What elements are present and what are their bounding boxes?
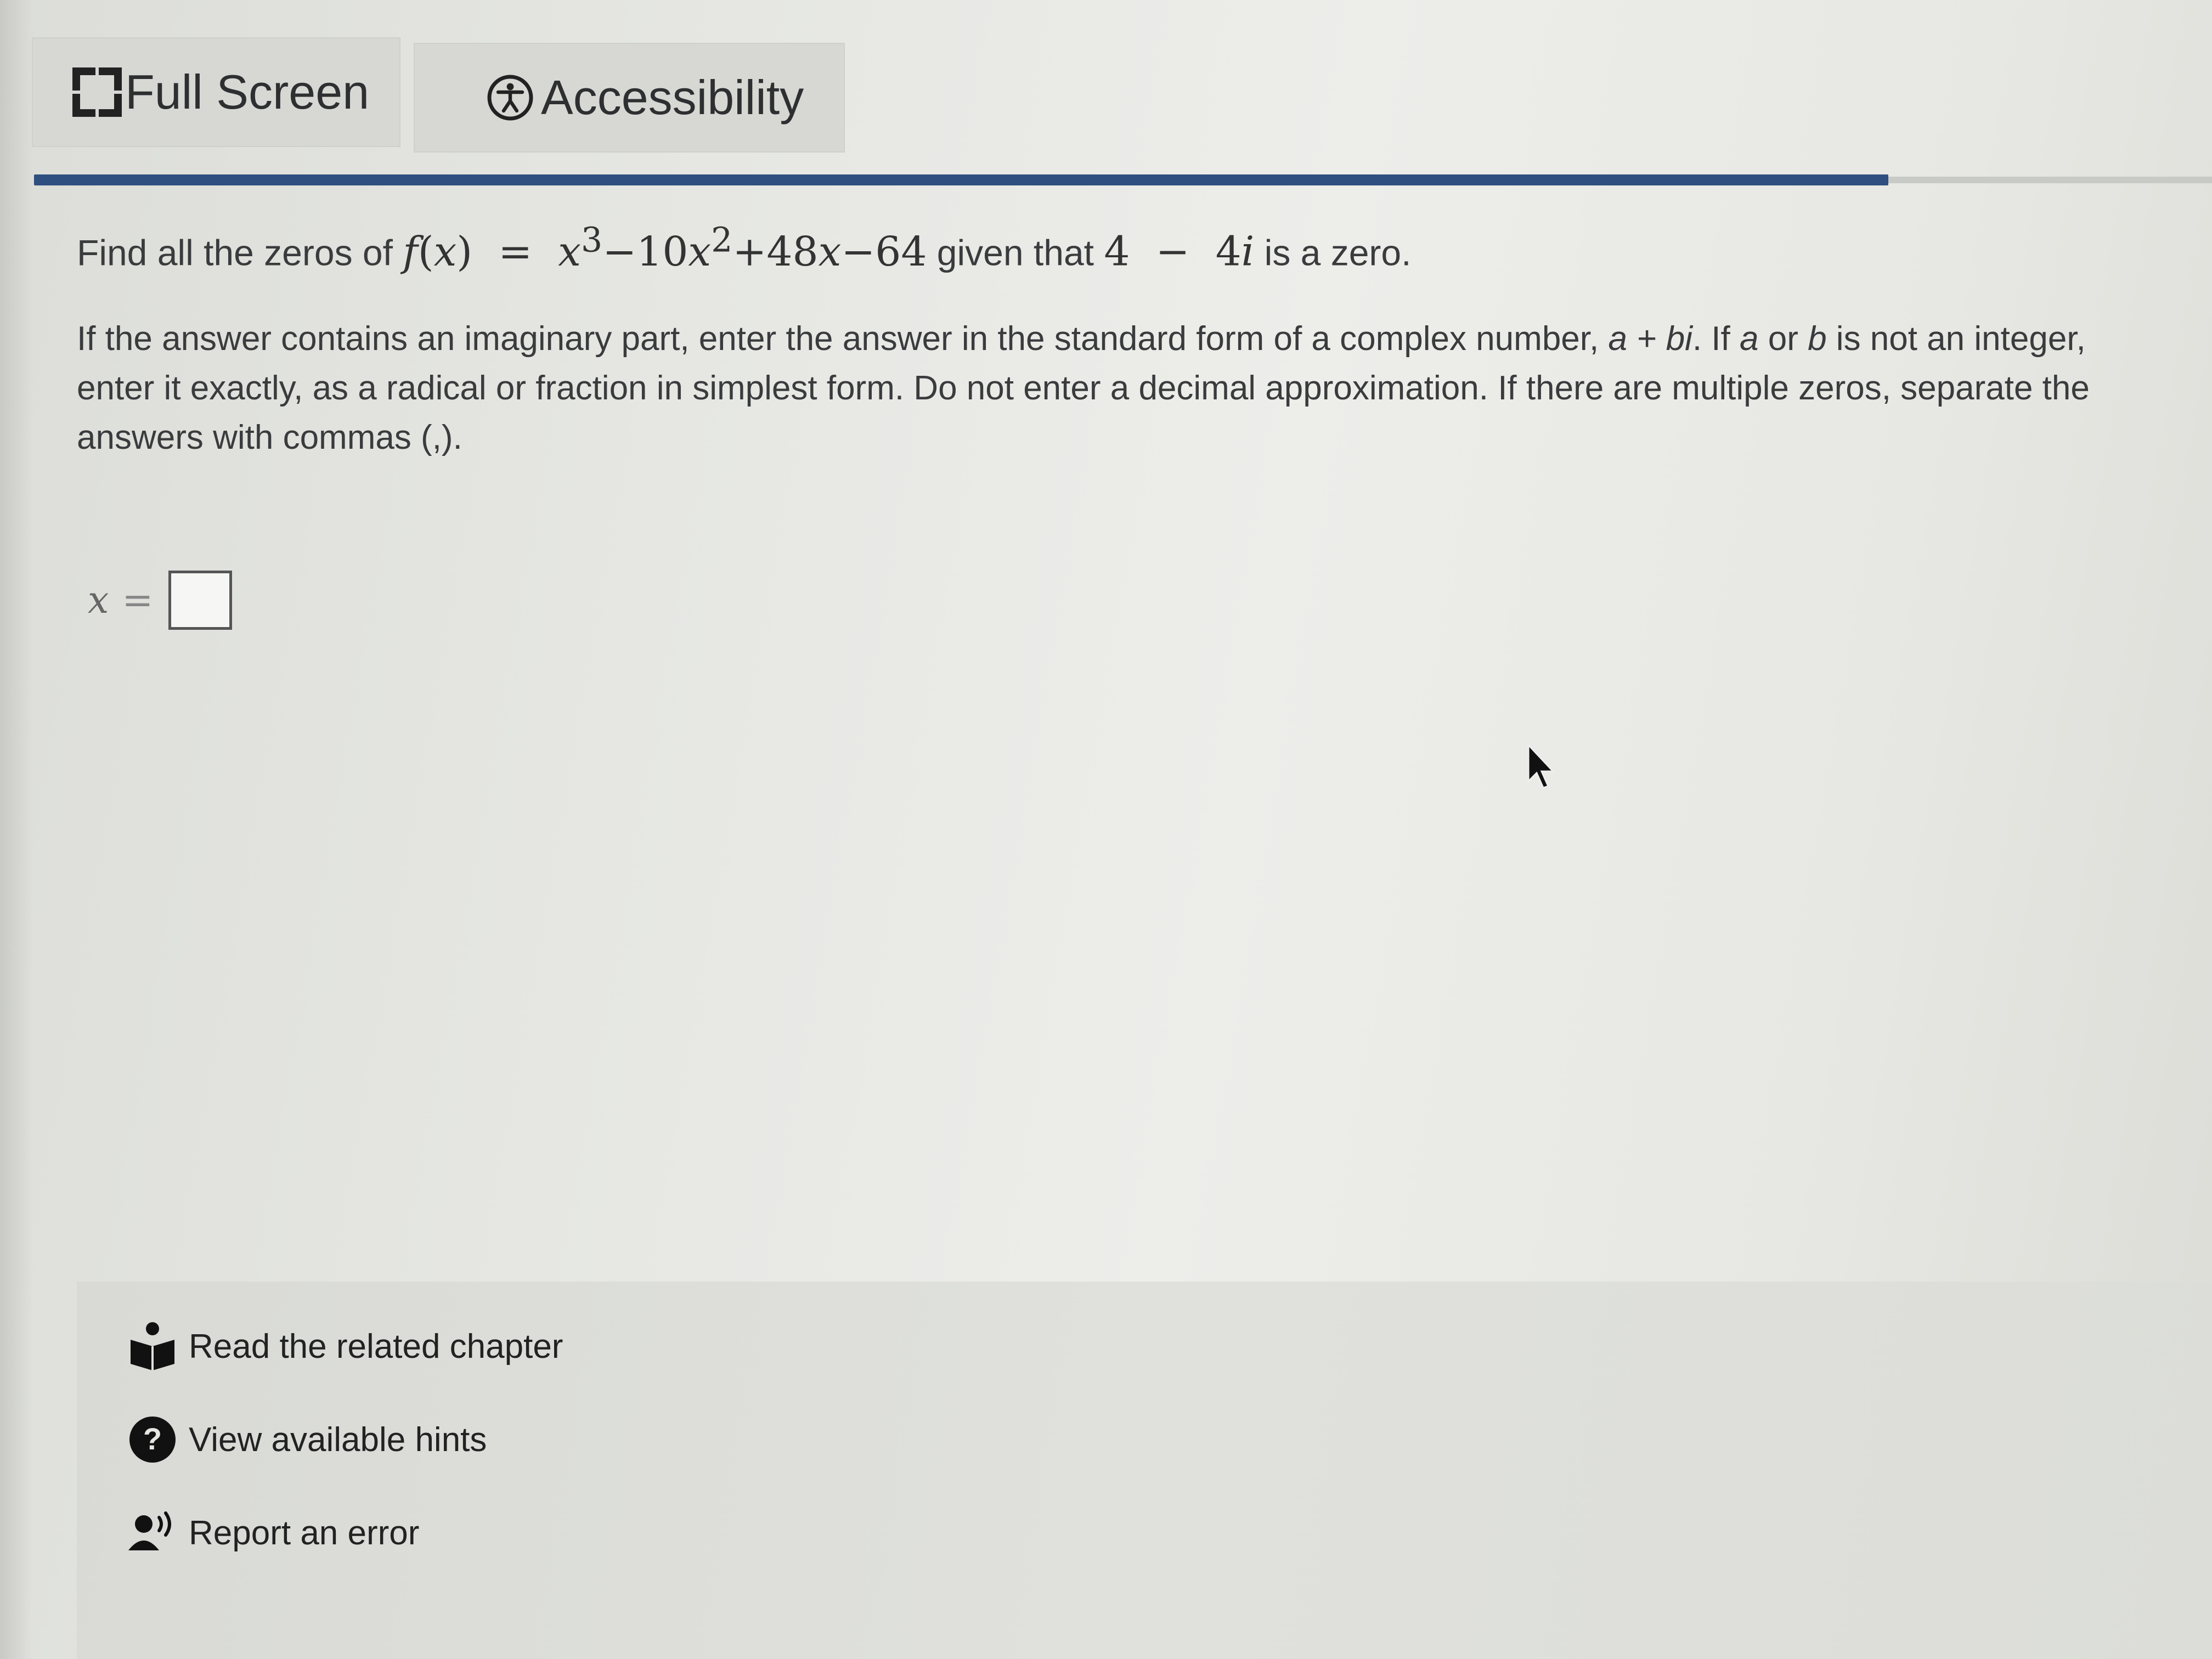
- view-hints-label: View available hints: [189, 1420, 487, 1459]
- given-text: given that: [927, 232, 1104, 273]
- full-screen-button[interactable]: Full Screen: [32, 37, 400, 147]
- answer-variable: x: [88, 578, 109, 622]
- read-chapter-link[interactable]: Read the related chapter: [126, 1320, 563, 1373]
- accessibility-label: Accessibility: [541, 70, 804, 125]
- fullscreen-icon: [72, 67, 122, 117]
- progress-divider-bar: [34, 174, 1888, 185]
- page: Full Screen Accessibility Find all the z…: [0, 0, 2212, 1659]
- svg-text:?: ?: [143, 1421, 162, 1456]
- answer-row: x =: [88, 571, 233, 630]
- accessibility-icon: [487, 75, 533, 121]
- question-circle-icon: ?: [129, 1417, 176, 1463]
- function-expression: f(x) = x3−10x2+48x−64: [403, 220, 927, 275]
- mouse-cursor-icon: [1527, 743, 1555, 789]
- question-suffix: is a zero.: [1254, 232, 1412, 273]
- toolbar: Full Screen Accessibility: [32, 33, 2212, 165]
- accessibility-button[interactable]: Accessibility: [414, 43, 845, 153]
- left-edge-shadow: [0, 0, 33, 1659]
- question-prefix: Find all the zeros of: [77, 232, 403, 273]
- report-error-link[interactable]: Report an error: [126, 1506, 419, 1559]
- answer-instructions: If the answer contains an imaginary part…: [77, 320, 2090, 457]
- report-speaker-icon: [128, 1511, 171, 1550]
- given-zero: 4 − 4i: [1104, 228, 1255, 275]
- report-error-label: Report an error: [189, 1514, 420, 1552]
- divider-track: [1888, 177, 2212, 183]
- question-content: Find all the zeros of f(x) = x3−10x2+48x…: [77, 219, 2162, 462]
- answer-input[interactable]: [168, 571, 233, 630]
- read-chapter-label: Read the related chapter: [189, 1327, 563, 1365]
- answer-equals: =: [122, 578, 154, 622]
- full-screen-label: Full Screen: [125, 65, 370, 119]
- question-text: Find all the zeros of f(x) = x3−10x2+48x…: [77, 219, 2162, 276]
- helper-panel: Read the related chapter ? View availabl…: [77, 1282, 2212, 1659]
- book-reader-icon: [131, 1322, 174, 1370]
- view-hints-link[interactable]: ? View available hints: [126, 1413, 487, 1466]
